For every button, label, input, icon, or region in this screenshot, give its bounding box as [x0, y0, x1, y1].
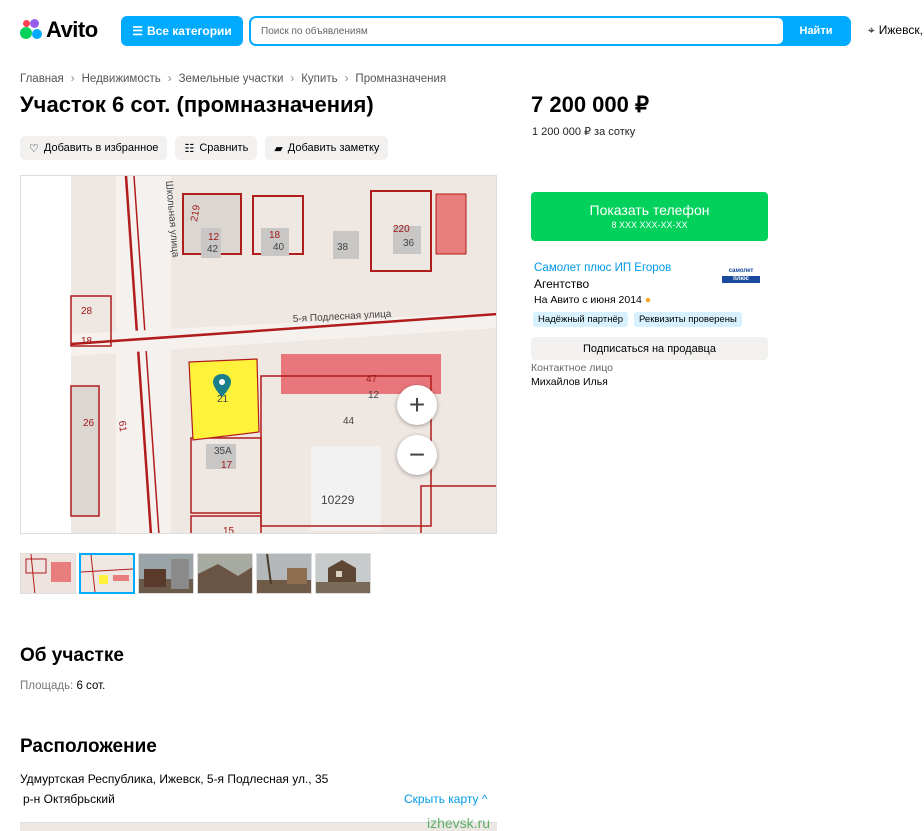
- verified-details-badge: Реквизиты проверены: [634, 312, 742, 327]
- breadcrumb-item[interactable]: Недвижимость: [82, 73, 161, 85]
- heart-icon: ♡: [29, 142, 39, 155]
- all-categories-button[interactable]: ☰ Все категории: [121, 16, 243, 46]
- map-house-label: 12: [368, 390, 380, 401]
- listing-price: 7 200 000 ₽: [531, 92, 649, 117]
- compare-button[interactable]: ☷ Сравнить: [175, 136, 258, 160]
- map-house-label: 47: [366, 374, 378, 385]
- thumbnail-photo[interactable]: [315, 553, 371, 594]
- map-house-label: 28: [81, 306, 93, 317]
- map-house-label: 38: [337, 242, 349, 253]
- map-house-label: 42: [207, 244, 219, 255]
- show-phone-label: Показать телефон: [589, 202, 710, 218]
- map-house-label: 17: [221, 460, 233, 471]
- add-to-favorites-button[interactable]: ♡ Добавить в избранное: [20, 136, 168, 160]
- location-selector[interactable]: ⌖ Ижевск,: [868, 23, 923, 38]
- location-section-title: Расположение: [20, 736, 157, 757]
- thumbnail-map[interactable]: [20, 553, 76, 594]
- seller-badges: Надёжный партнёр Реквизиты проверены: [533, 312, 742, 327]
- logo-dots-icon: [20, 19, 42, 41]
- map-house-label: 18: [269, 230, 281, 241]
- masked-phone: 8 XXX XXX-XX-XX: [611, 220, 688, 230]
- thumbnail-photo[interactable]: [256, 553, 312, 594]
- chevron-up-icon: ^: [481, 792, 488, 806]
- listing-actions: ♡ Добавить в избранное ☷ Сравнить ▰ Доба…: [20, 136, 389, 160]
- map-house-label: 12: [208, 232, 220, 243]
- map-house-label: 21: [217, 394, 229, 405]
- breadcrumb-item[interactable]: Главная: [20, 73, 64, 85]
- main-listing-image[interactable]: Школьная улица 5-я Подлесная улица 219 1…: [20, 175, 497, 534]
- medal-icon: ●: [644, 294, 652, 306]
- compare-icon: ☷: [184, 142, 195, 155]
- location-map[interactable]: [20, 822, 497, 831]
- minus-icon: −: [408, 439, 426, 470]
- logo-text: Avito: [46, 17, 98, 42]
- breadcrumb-chevron-icon: ›: [344, 73, 349, 85]
- price-per-sotka: 1 200 000 ₽ за сотку: [532, 126, 636, 138]
- search-input[interactable]: Поиск по объявлениям: [251, 18, 783, 44]
- thumbnail-map-active[interactable]: [79, 553, 135, 594]
- thumbnail-photo[interactable]: [138, 553, 194, 594]
- seller-type: Агентство: [534, 277, 590, 291]
- breadcrumb: Главная › Недвижимость › Земельные участ…: [20, 73, 446, 85]
- hide-map-link[interactable]: Скрыть карту ^: [404, 792, 488, 806]
- avito-logo[interactable]: Avito: [20, 17, 98, 43]
- breadcrumb-item[interactable]: Промназначения: [355, 73, 446, 85]
- breadcrumb-chevron-icon: ›: [290, 73, 295, 85]
- map-house-label: 26: [83, 418, 95, 429]
- plus-icon: +: [408, 389, 426, 420]
- seller-name-link[interactable]: Самолет плюс ИП Егоров: [534, 262, 671, 274]
- thumbnail-photo[interactable]: [197, 553, 253, 594]
- map-house-label: 36: [403, 238, 415, 249]
- zoom-in-button[interactable]: +: [397, 385, 437, 425]
- contact-person-name: Михайлов Илья: [531, 376, 608, 388]
- pin-icon: ⌖: [868, 23, 875, 37]
- breadcrumb-chevron-icon: ›: [70, 73, 75, 85]
- map-house-label: 61: [116, 420, 128, 432]
- seller-since: На Авито с июня 2014 ●: [534, 294, 652, 306]
- subscribe-seller-button[interactable]: Подписаться на продавца: [531, 337, 768, 360]
- map-house-label: 220: [393, 224, 410, 235]
- zoom-out-button[interactable]: −: [397, 435, 437, 475]
- add-note-button[interactable]: ▰ Добавить заметку: [265, 136, 389, 160]
- search-button[interactable]: Найти: [783, 18, 849, 44]
- watermark: izhevsk.ru: [427, 815, 491, 831]
- map-house-label: 35А: [214, 446, 232, 457]
- seller-logo[interactable]: самолет плюс: [722, 268, 760, 286]
- map-house-label: 44: [343, 416, 355, 427]
- contact-person-label: Контактное лицо: [531, 362, 613, 374]
- show-phone-button[interactable]: Показать телефон 8 XXX XXX-XX-XX: [531, 192, 768, 241]
- categories-icon: ☰: [132, 24, 143, 38]
- area-param: Площадь: 6 сот.: [20, 680, 105, 692]
- about-section-title: Об участке: [20, 645, 124, 666]
- map-house-label: 15: [223, 526, 235, 534]
- address: Удмуртская Республика, Ижевск, 5-я Подле…: [20, 772, 329, 786]
- note-icon: ▰: [274, 142, 283, 155]
- breadcrumb-item[interactable]: Купить: [301, 73, 337, 85]
- listing-title: Участок 6 сот. (промназначения): [20, 92, 374, 117]
- district: р-н Октябрьский: [23, 792, 115, 806]
- reliable-partner-badge: Надёжный партнёр: [533, 312, 629, 327]
- map-house-label: 18: [81, 336, 93, 347]
- map-house-label: 10229: [321, 493, 355, 507]
- search-bar: Поиск по объявлениям Найти: [249, 16, 851, 46]
- breadcrumb-chevron-icon: ›: [167, 73, 172, 85]
- area-value: 6 сот.: [76, 680, 106, 692]
- breadcrumb-item[interactable]: Земельные участки: [179, 73, 284, 85]
- area-key: Площадь:: [20, 680, 74, 692]
- map-house-label: 40: [273, 242, 285, 253]
- image-thumbnails: [20, 553, 371, 594]
